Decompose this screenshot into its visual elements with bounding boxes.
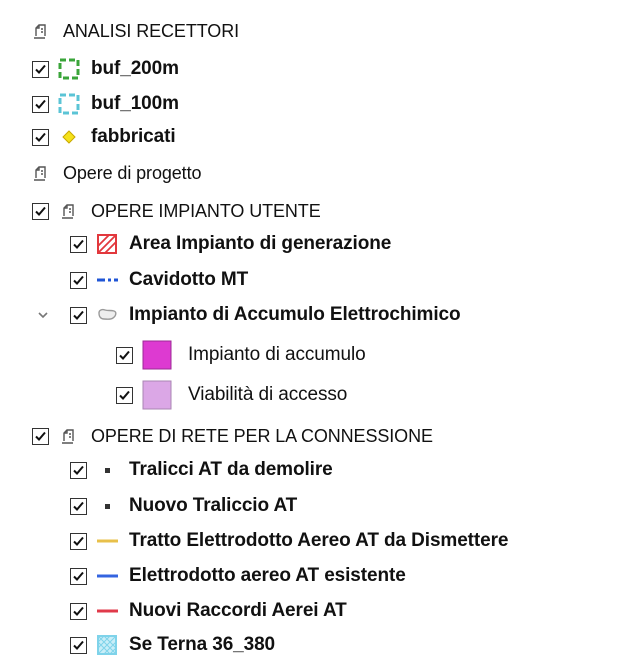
- layer-area-impianto-generazione[interactable]: Area Impianto di generazione: [70, 226, 391, 262]
- layer-nuovi-raccordi-aerei[interactable]: Nuovi Raccordi Aerei AT: [70, 593, 347, 629]
- layer-label: Impianto di Accumulo Elettrochimico: [129, 304, 461, 325]
- layer-checkbox[interactable]: [32, 128, 49, 146]
- layer-checkbox[interactable]: [32, 427, 49, 445]
- layer-label: buf_100m: [91, 93, 179, 114]
- layer-label: Cavidotto MT: [129, 269, 249, 290]
- diamond-yellow-icon: [58, 126, 80, 148]
- layer-label: fabbricati: [91, 126, 176, 147]
- dashed-blue-line-icon: [96, 269, 118, 291]
- layer-nuovo-traliccio-at[interactable]: Nuovo Traliccio AT: [70, 488, 297, 524]
- lilac-fill-icon: [142, 380, 172, 410]
- yellow-line-icon: [96, 530, 118, 552]
- class-checkbox[interactable]: [116, 386, 133, 404]
- layer-checkbox[interactable]: [70, 271, 87, 289]
- layer-group-opere-di-progetto[interactable]: Opere di progetto: [30, 155, 201, 191]
- group-icon: [30, 162, 52, 184]
- polygon-outline-icon: [96, 304, 118, 326]
- layer-checkbox[interactable]: [70, 497, 87, 515]
- layer-se-terna[interactable]: Se Terna 36_380: [70, 627, 275, 663]
- red-line-icon: [96, 600, 118, 622]
- layer-checkbox[interactable]: [32, 202, 49, 220]
- hatched-cyan-square-icon: [96, 634, 118, 656]
- layer-label: OPERE DI RETE PER LA CONNESSIONE: [91, 425, 433, 446]
- blue-line-icon: [96, 565, 118, 587]
- layers-panel: ANALISI RECETTORI buf_200m buf_100m fabb…: [0, 0, 643, 664]
- layer-label: Tratto Elettrodotto Aereo AT da Dismette…: [129, 530, 509, 551]
- class-impianto-di-accumulo[interactable]: Impianto di accumulo: [116, 337, 366, 373]
- layer-label: Nuovi Raccordi Aerei AT: [129, 600, 347, 621]
- layer-label: Elettrodotto aereo AT esistente: [129, 565, 406, 586]
- layer-fabbricati[interactable]: fabbricati: [32, 119, 176, 155]
- chevron-down-icon[interactable]: [36, 308, 50, 322]
- layer-checkbox[interactable]: [70, 532, 87, 550]
- layer-label: Area Impianto di generazione: [129, 233, 392, 254]
- group-icon: [58, 200, 80, 222]
- class-viabilita-di-accesso[interactable]: Viabilità di accesso: [116, 377, 347, 413]
- class-label: Impianto di accumulo: [188, 344, 366, 365]
- small-square-point-icon: [96, 459, 118, 481]
- layer-checkbox[interactable]: [32, 60, 49, 78]
- layer-tralicci-at-da-demolire[interactable]: Tralicci AT da demolire: [70, 452, 333, 488]
- layer-checkbox[interactable]: [70, 235, 87, 253]
- group-icon: [30, 20, 52, 42]
- layer-buf-100m[interactable]: buf_100m: [32, 86, 179, 122]
- layer-buf-200m[interactable]: buf_200m: [32, 51, 179, 87]
- small-square-point-icon: [96, 495, 118, 517]
- layer-checkbox[interactable]: [70, 602, 87, 620]
- layer-label: Tralicci AT da demolire: [129, 459, 333, 480]
- layer-group-opere-di-rete[interactable]: OPERE DI RETE PER LA CONNESSIONE: [32, 418, 433, 454]
- layer-elettrodotto-esistente[interactable]: Elettrodotto aereo AT esistente: [70, 558, 406, 594]
- layer-checkbox[interactable]: [70, 306, 87, 324]
- class-label: Viabilità di accesso: [188, 384, 348, 405]
- layer-group-opere-impianto-utente[interactable]: OPERE IMPIANTO UTENTE: [32, 193, 321, 229]
- layer-label: Nuovo Traliccio AT: [129, 495, 298, 516]
- layer-label: Opere di progetto: [63, 162, 202, 183]
- layer-group-analisi-recettori[interactable]: ANALISI RECETTORI: [30, 13, 239, 49]
- layer-checkbox[interactable]: [70, 461, 87, 479]
- layer-label: buf_200m: [91, 58, 179, 79]
- layer-checkbox[interactable]: [70, 567, 87, 585]
- layer-impianto-accumulo-elettrochimico[interactable]: Impianto di Accumulo Elettrochimico: [36, 297, 461, 333]
- dashed-square-cyan-icon: [58, 93, 80, 115]
- layer-label: OPERE IMPIANTO UTENTE: [91, 200, 321, 221]
- magenta-fill-icon: [142, 340, 172, 370]
- layer-cavidotto-mt[interactable]: Cavidotto MT: [70, 262, 248, 298]
- class-checkbox[interactable]: [116, 346, 133, 364]
- layer-label: Se Terna 36_380: [129, 634, 276, 655]
- group-icon: [58, 425, 80, 447]
- dashed-square-green-icon: [58, 58, 80, 80]
- hatched-red-polygon-icon: [96, 233, 118, 255]
- layer-label: ANALISI RECETTORI: [63, 20, 240, 41]
- layer-checkbox[interactable]: [32, 95, 49, 113]
- layer-tratto-elettrodotto-dismettere[interactable]: Tratto Elettrodotto Aereo AT da Dismette…: [70, 523, 508, 559]
- layer-checkbox[interactable]: [70, 636, 87, 654]
